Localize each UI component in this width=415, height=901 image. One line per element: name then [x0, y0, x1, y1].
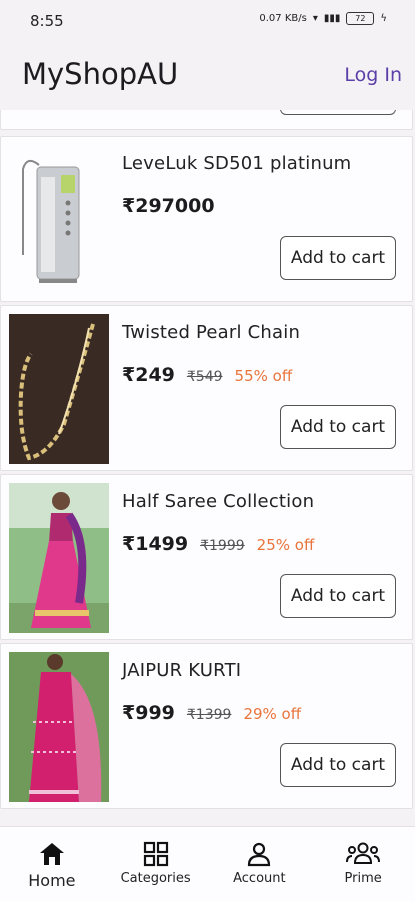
product-price: ₹999: [122, 702, 175, 724]
add-to-cart-button[interactable]: Add to cart: [280, 405, 396, 449]
wifi-icon: ▾: [312, 13, 318, 24]
status-icons: 0.07 KB/s ▾ ▮▮▮ 72 ϟ: [259, 12, 387, 25]
app-bar: MyShopAU Log In: [0, 40, 415, 110]
discount-label: 55% off: [234, 367, 293, 385]
add-to-cart-button[interactable]: Add to cart: [280, 574, 396, 618]
battery-icon: 72: [346, 12, 375, 25]
group-icon: [346, 842, 381, 864]
add-to-cart-button[interactable]: Add to cart: [280, 743, 396, 787]
product-image: [9, 652, 109, 802]
product-price: ₹249: [122, 364, 175, 386]
product-image: [9, 314, 109, 464]
product-price: ₹1499: [122, 533, 189, 555]
status-bar: 8:55 0.07 KB/s ▾ ▮▮▮ 72 ϟ: [0, 0, 415, 40]
add-to-cart-button[interactable]: [280, 110, 396, 115]
product-card-partial: [0, 110, 413, 130]
product-card[interactable]: Twisted Pearl Chain ₹249 ₹549 55% off Ad…: [0, 305, 413, 471]
status-time: 8:55: [30, 12, 64, 30]
product-image: [9, 483, 109, 633]
price-row: ₹1499 ₹1999 25% off: [122, 533, 314, 555]
charging-icon: ϟ: [380, 13, 387, 24]
original-price: ₹1999: [200, 538, 245, 554]
nav-categories-label: Categories: [120, 871, 191, 886]
discount-label: 29% off: [243, 705, 302, 723]
product-card[interactable]: LeveLuk SD501 platinum ₹297000 Add to ca…: [0, 136, 413, 302]
network-speed: 0.07 KB/s: [259, 13, 307, 24]
price-row: ₹249 ₹549 55% off: [122, 364, 292, 386]
nav-account[interactable]: Account: [208, 827, 312, 901]
bottom-nav: Home Categories Account Prime: [0, 826, 415, 901]
product-price: ₹297000: [122, 195, 215, 217]
nav-home-label: Home: [28, 871, 76, 890]
discount-label: 25% off: [256, 536, 315, 554]
original-price: ₹1399: [186, 707, 232, 723]
nav-prime[interactable]: Prime: [311, 827, 415, 901]
price-row: ₹999 ₹1399 29% off: [122, 702, 301, 724]
grid-icon: [143, 841, 168, 867]
nav-categories[interactable]: Categories: [104, 827, 208, 901]
signal-icon: ▮▮▮: [323, 13, 341, 24]
product-name: Twisted Pearl Chain: [122, 322, 301, 343]
nav-home[interactable]: Home: [0, 827, 104, 901]
home-icon: [39, 843, 64, 865]
nav-prime-label: Prime: [344, 871, 382, 886]
product-card[interactable]: JAIPUR KURTI ₹999 ₹1399 29% off Add to c…: [0, 643, 413, 809]
add-to-cart-button[interactable]: Add to cart: [280, 236, 396, 280]
app-title: MyShopAU: [22, 57, 179, 91]
original-price: ₹549: [186, 369, 223, 385]
product-card[interactable]: Half Saree Collection ₹1499 ₹1999 25% of…: [0, 474, 413, 640]
product-name: Half Saree Collection: [122, 491, 315, 512]
price-row: ₹297000: [122, 195, 215, 217]
account-icon: [248, 842, 271, 867]
product-name: JAIPUR KURTI: [122, 660, 242, 681]
nav-account-label: Account: [233, 871, 286, 886]
product-list[interactable]: LeveLuk SD501 platinum ₹297000 Add to ca…: [0, 110, 415, 826]
login-button[interactable]: Log In: [344, 64, 402, 86]
product-image: [9, 145, 109, 295]
product-name: LeveLuk SD501 platinum: [122, 153, 352, 174]
